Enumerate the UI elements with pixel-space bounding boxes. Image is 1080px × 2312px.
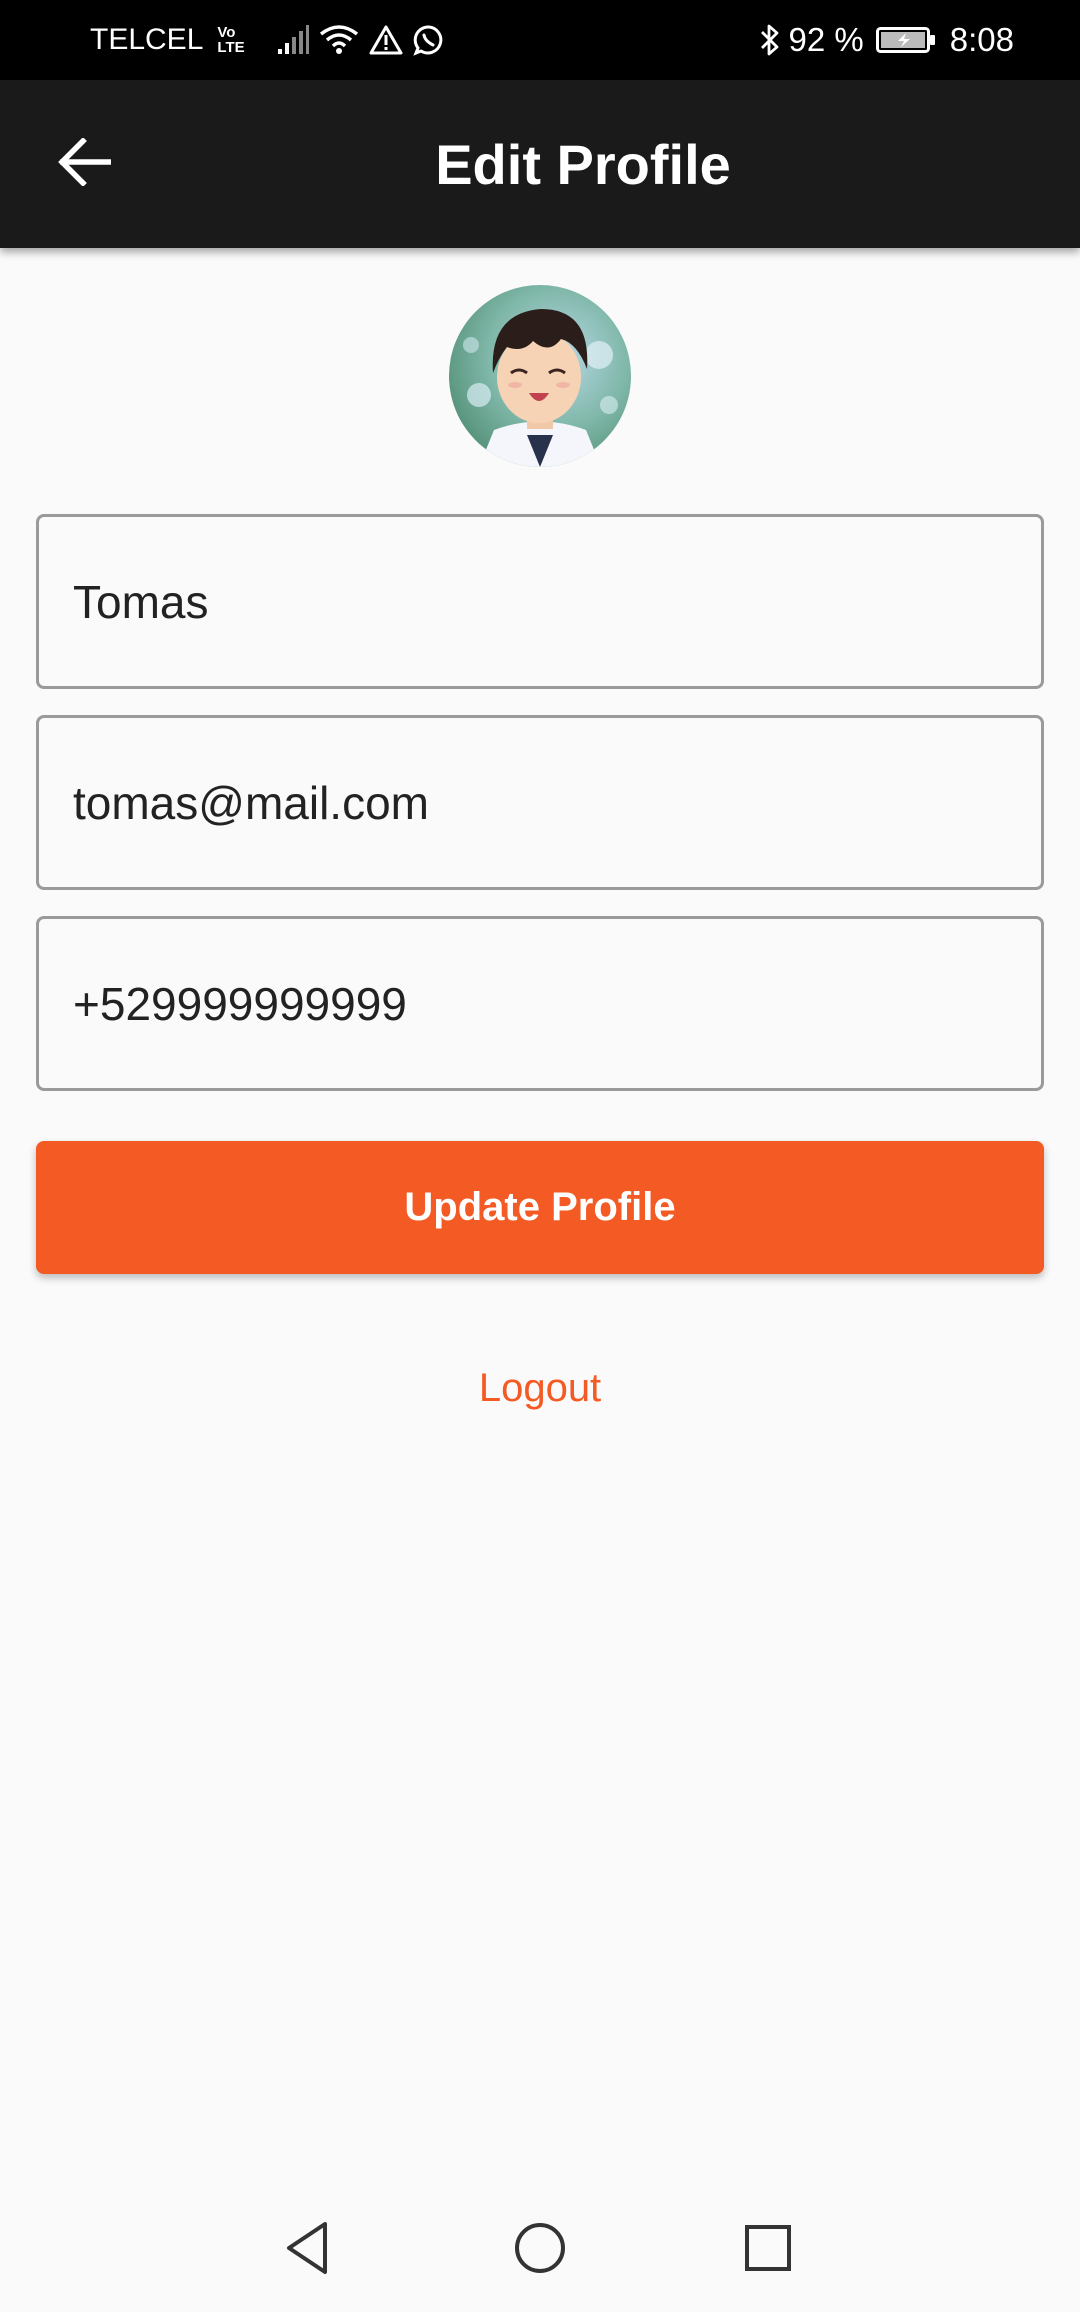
nav-home-button[interactable] bbox=[500, 2210, 580, 2290]
nav-recents-button[interactable] bbox=[728, 2210, 808, 2290]
battery-charging-icon bbox=[875, 26, 936, 54]
update-profile-label: Update Profile bbox=[404, 1185, 676, 1229]
volte-indicator: Vo LTE bbox=[217, 25, 244, 55]
nav-home-icon bbox=[513, 2221, 567, 2280]
logout-button[interactable]: Logout bbox=[479, 1366, 601, 1410]
logout-container: Logout bbox=[0, 1366, 1080, 1411]
signal-icon bbox=[277, 25, 309, 55]
wifi-icon bbox=[319, 24, 359, 56]
status-bar: TELCEL Vo LTE 92 % 8:08 bbox=[0, 0, 1080, 80]
name-field[interactable] bbox=[36, 514, 1044, 689]
volte-top: Vo bbox=[217, 24, 236, 41]
name-input[interactable] bbox=[39, 517, 1041, 686]
carrier-label: TELCEL bbox=[90, 23, 204, 56]
status-right: 92 % 8:08 bbox=[759, 0, 1014, 80]
volte-bottom: LTE bbox=[217, 39, 245, 56]
bluetooth-icon bbox=[759, 23, 781, 57]
email-field[interactable] bbox=[36, 715, 1044, 890]
warning-icon bbox=[369, 25, 403, 55]
profile-avatar-image bbox=[449, 285, 631, 467]
update-profile-button[interactable]: Update Profile bbox=[36, 1141, 1044, 1274]
nav-back-button[interactable] bbox=[268, 2210, 348, 2290]
phone-field[interactable] bbox=[36, 916, 1044, 1091]
phone-input[interactable] bbox=[39, 919, 1041, 1088]
nav-recents-icon bbox=[744, 2224, 792, 2277]
battery-percent: 92 % bbox=[788, 21, 864, 58]
nav-back-icon bbox=[283, 2220, 333, 2281]
whatsapp-icon bbox=[412, 24, 445, 56]
email-input[interactable] bbox=[39, 718, 1041, 887]
page-title: Edit Profile bbox=[435, 132, 731, 196]
status-left: TELCEL Vo LTE bbox=[90, 0, 445, 80]
app-bar: Edit Profile bbox=[0, 80, 1080, 248]
avatar[interactable] bbox=[449, 285, 631, 467]
system-nav-bar bbox=[0, 2188, 1080, 2312]
clock: 8:08 bbox=[949, 21, 1014, 58]
